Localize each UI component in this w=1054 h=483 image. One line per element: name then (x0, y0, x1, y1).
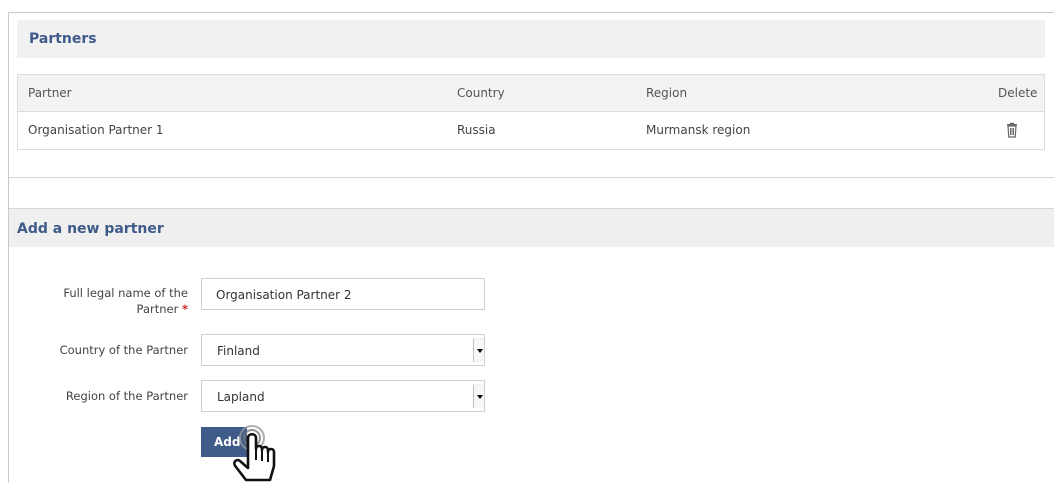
chevron-down-icon[interactable] (473, 384, 484, 408)
name-label-line1: Full legal name of the (63, 286, 188, 300)
country-select[interactable]: Finland (201, 334, 485, 366)
cell-partner: Organisation Partner 1 (28, 123, 164, 137)
country-select-value: Finland (217, 344, 260, 358)
chevron-down-icon[interactable] (473, 338, 484, 362)
cell-country: Russia (457, 123, 496, 137)
column-header-delete: Delete (998, 86, 1038, 100)
region-select-value: Lapland (217, 390, 265, 404)
name-label-line2: Partner (136, 302, 179, 316)
partners-table: Partner Country Region Delete Organisati… (17, 74, 1045, 150)
required-mark: * (181, 302, 188, 316)
partners-header: Partners (17, 20, 1045, 58)
region-label: Region of the Partner (65, 389, 188, 403)
add-partner-header: Add a new partner (9, 208, 1054, 247)
country-label: Country of the Partner (59, 343, 188, 357)
column-header-country: Country (457, 86, 505, 100)
column-header-region: Region (646, 86, 688, 100)
trash-icon[interactable] (1004, 122, 1020, 138)
partners-title: Partners (29, 31, 97, 47)
cell-region: Murmansk region (646, 123, 751, 137)
table-header: Partner Country Region Delete (18, 75, 1044, 112)
partner-name-input[interactable]: Organisation Partner 2 (201, 278, 485, 310)
region-select[interactable]: Lapland (201, 380, 485, 412)
table-row: Organisation Partner 1 Russia Murmansk r… (18, 112, 1044, 149)
add-partner-title: Add a new partner (17, 221, 164, 237)
column-header-partner: Partner (28, 86, 72, 100)
name-label: Full legal name of the Partner * (38, 285, 188, 317)
hand-cursor-icon (233, 425, 276, 482)
